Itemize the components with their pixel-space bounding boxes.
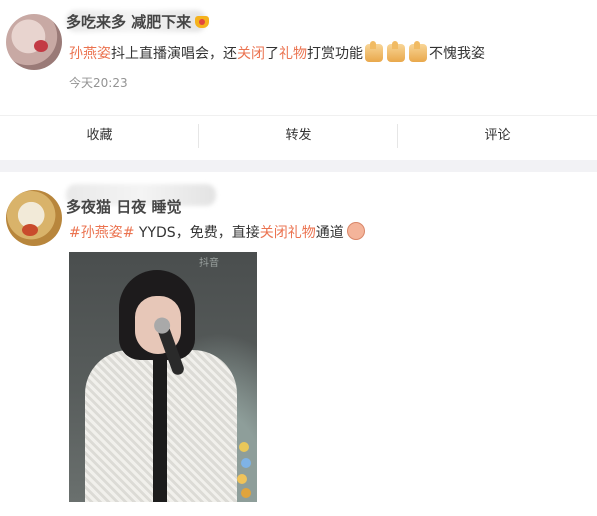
repost-button[interactable]: 转发 (199, 116, 398, 156)
post-photo[interactable]: 抖音 (69, 252, 257, 502)
topic-link[interactable]: #孙燕姿# (69, 225, 134, 241)
nickname-text[interactable]: 多吃来多 减肥下来 (66, 13, 191, 31)
sticker-icon (241, 488, 251, 498)
photo-watermark: 抖音 (199, 258, 219, 269)
avatar[interactable] (6, 190, 62, 246)
content-text: 了 (265, 46, 279, 62)
nickname[interactable]: 多夜猫 日夜 睡觉 (66, 196, 181, 217)
sticker-icon (241, 458, 251, 468)
keyword-link[interactable]: 礼物 (279, 46, 307, 62)
content-text: YYDS，免费，直接 (134, 225, 260, 241)
content-text: 不愧我姿 (429, 46, 485, 62)
action-bar: 收藏 转发 评论 (0, 115, 597, 156)
mention-link[interactable]: 孙燕姿 (69, 46, 111, 62)
pray-emoji-icon (346, 222, 365, 240)
avatar[interactable] (6, 14, 62, 70)
content-text: 通道 (315, 225, 344, 241)
thumbs-up-icon (365, 41, 383, 62)
thumbs-up-icon (409, 41, 427, 62)
post-1: 多吃来多 减肥下来 孙燕姿抖上直播演唱会，还关闭了礼物打赏功能 不愧我姿 今天20… (0, 0, 597, 160)
sticker-icon (237, 474, 247, 484)
keyword-link[interactable]: 关闭礼物 (260, 225, 316, 241)
comment-button[interactable]: 评论 (398, 116, 597, 156)
post-content: 孙燕姿抖上直播演唱会，还关闭了礼物打赏功能 不愧我姿 (69, 41, 485, 64)
crown-icon (195, 16, 210, 28)
post-content: #孙燕姿# YYDS，免费，直接关闭礼物通道 (69, 222, 365, 243)
content-text: 抖上直播演唱会，还 (111, 46, 237, 62)
post-divider (0, 160, 597, 172)
nickname[interactable]: 多吃来多 减肥下来 (66, 11, 210, 32)
favorite-button[interactable]: 收藏 (0, 116, 199, 156)
collar (153, 352, 167, 502)
sticker-icon (239, 442, 249, 452)
keyword-link[interactable]: 关闭 (237, 46, 265, 62)
content-text: 打赏功能 (307, 46, 363, 62)
thumbs-up-icon (387, 41, 405, 62)
nickname-text[interactable]: 多夜猫 日夜 睡觉 (66, 198, 181, 216)
timestamp[interactable]: 今天20:23 (69, 74, 128, 91)
